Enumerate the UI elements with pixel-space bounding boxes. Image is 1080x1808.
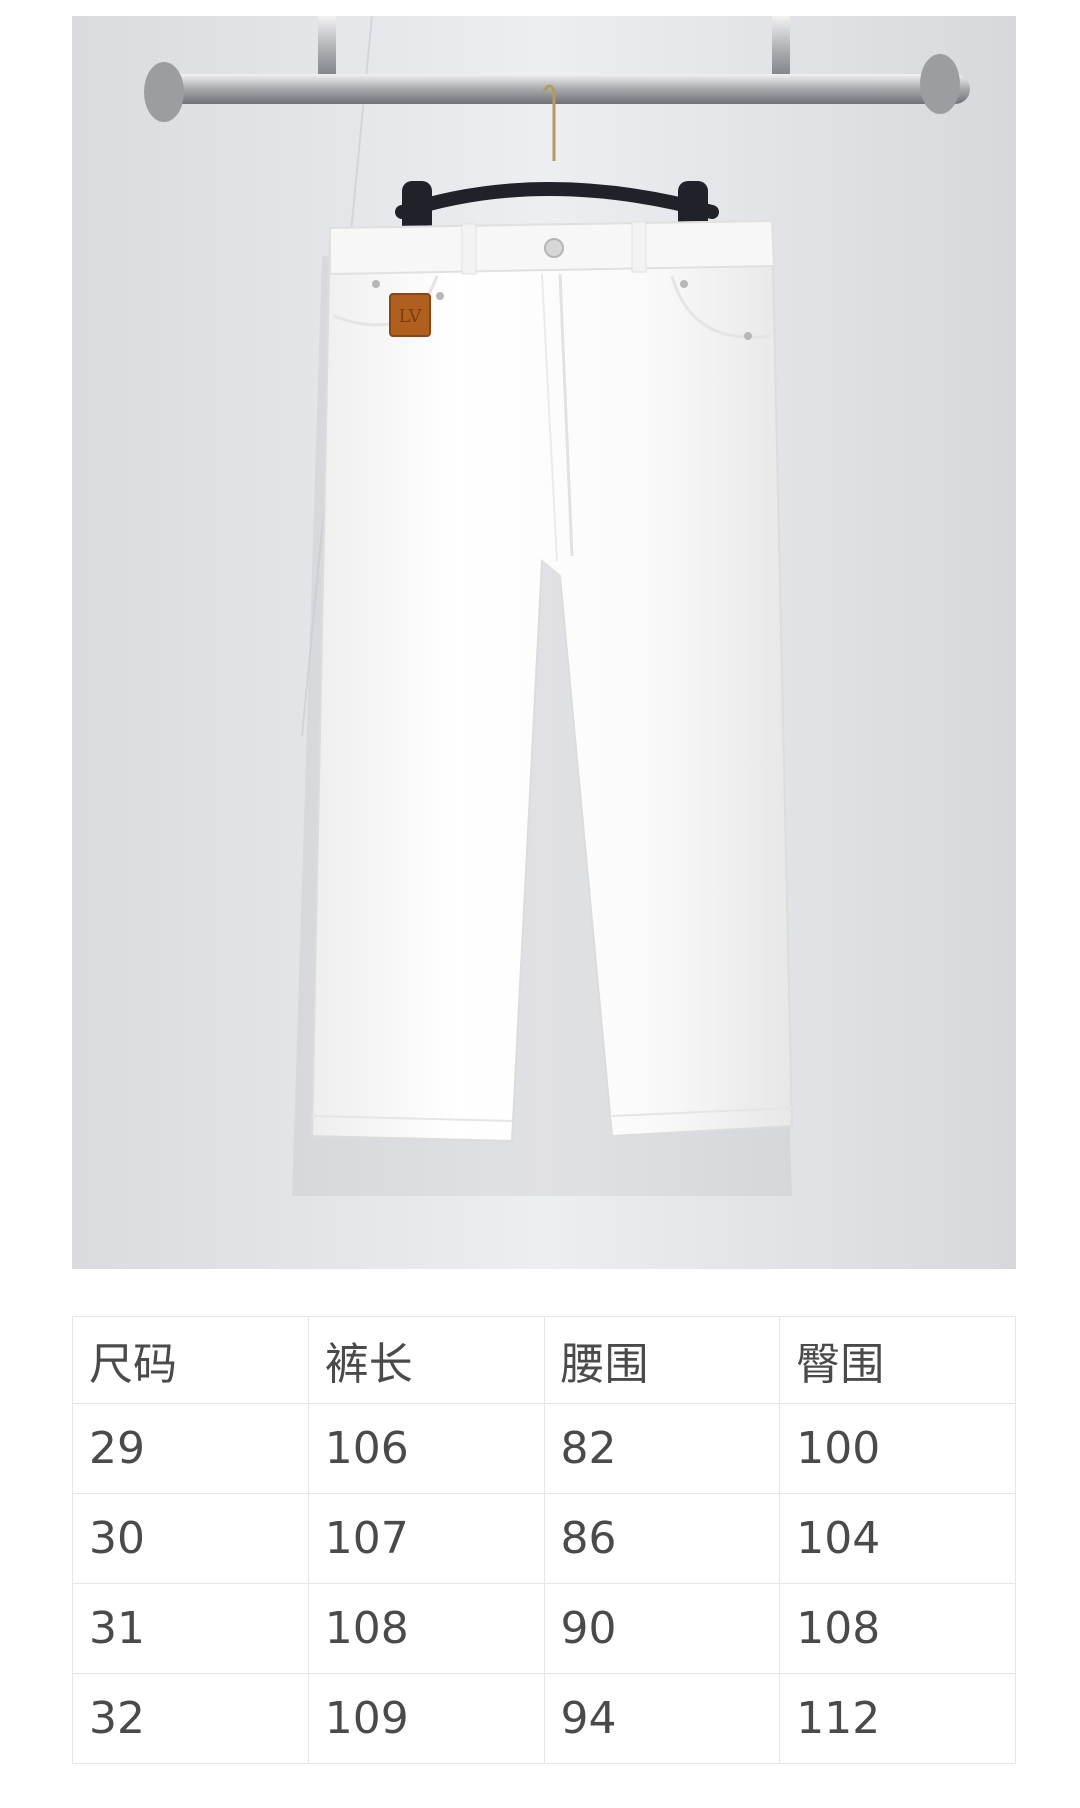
table-row: 29 106 82 100	[72, 1403, 1016, 1494]
leather-patch: LV	[389, 293, 431, 337]
product-photo: LV	[72, 16, 1016, 1269]
cell-length: 106	[307, 1403, 545, 1494]
cell-size: 29	[72, 1403, 309, 1494]
table-row: 32 109 94 112	[72, 1673, 1016, 1764]
cell-hip: 100	[779, 1403, 1016, 1494]
table-row: 31 108 90 108	[72, 1583, 1016, 1674]
header-size: 尺码	[72, 1316, 309, 1404]
header-hip: 臀围	[779, 1316, 1016, 1404]
cell-hip: 112	[779, 1673, 1016, 1764]
cell-waist: 90	[543, 1583, 781, 1674]
cell-hip: 108	[779, 1583, 1016, 1674]
cell-size: 32	[72, 1673, 309, 1764]
cell-waist: 94	[543, 1673, 781, 1764]
cell-hip: 104	[779, 1493, 1016, 1584]
cell-waist: 82	[543, 1403, 781, 1494]
cell-size: 30	[72, 1493, 309, 1584]
header-waist: 腰围	[543, 1316, 781, 1404]
cell-length: 108	[307, 1583, 545, 1674]
table-header-row: 尺码 裤长 腰围 臀围	[72, 1316, 1016, 1404]
cell-length: 109	[307, 1673, 545, 1764]
cell-waist: 86	[543, 1493, 781, 1584]
cell-length: 107	[307, 1493, 545, 1584]
table-row: 30 107 86 104	[72, 1493, 1016, 1584]
size-chart-table: 尺码 裤长 腰围 臀围 29 106 82 100 30 107 86 104 …	[72, 1316, 1016, 1764]
svg-text:LV: LV	[399, 306, 423, 327]
cell-size: 31	[72, 1583, 309, 1674]
header-length: 裤长	[307, 1316, 545, 1404]
